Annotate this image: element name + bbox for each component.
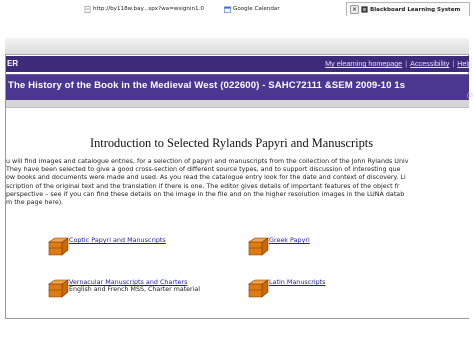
intro-line: scription of the original text and the t… — [6, 182, 400, 190]
intro-line: They have been selected to give a good c… — [6, 166, 401, 174]
course-title-tail: (S — [467, 93, 473, 99]
intro-text: u will find images and catalogue entries… — [6, 158, 474, 207]
tab-label: Google Calendar — [233, 6, 280, 12]
site-brand: ER — [7, 59, 19, 68]
help-link[interactable]: Help — [457, 59, 472, 68]
page-title: Introduction to Selected Rylands Papyri … — [89, 136, 374, 150]
tab-label: http://by118w.bay...spx?wa=wsignin1.0 — [93, 6, 204, 12]
folder-icon — [248, 279, 269, 298]
my-elearning-homepage-link[interactable]: My elearning homepage — [325, 59, 402, 68]
browser-tab-hotmail[interactable]: http://by118w.bay...spx?wa=wsignin1.0 — [84, 2, 204, 16]
link-separator: | — [452, 59, 455, 68]
page-icon — [84, 5, 91, 13]
link-separator: | — [405, 59, 408, 68]
folder-icon — [48, 279, 69, 298]
course-title: The History of the Book in the Medieval … — [8, 80, 406, 91]
header-links: My elearning homepage | Accessibility | Help — [325, 56, 472, 72]
window-bottom-edge — [5, 318, 469, 319]
browser-tab-strip — [5, 38, 469, 55]
intro-line: m the page here). — [6, 199, 64, 207]
collection-link[interactable]: Coptic Papyri and Manuscripts — [69, 236, 166, 244]
calendar-icon — [224, 6, 231, 13]
tab-label: Blackboard Learning System — [370, 6, 461, 13]
browser-tab-google-calendar[interactable]: Google Calendar — [224, 2, 280, 16]
collection-link[interactable]: Vernacular Manuscripts and Charters — [69, 278, 187, 286]
intro-line: ow books and documents were made and use… — [6, 174, 406, 182]
collection-link[interactable]: Latin Manuscripts — [269, 278, 326, 286]
accessibility-link[interactable]: Accessibility — [410, 59, 449, 68]
folder-icon — [248, 237, 269, 256]
blackboard-icon — [361, 6, 368, 13]
collection-link[interactable]: Greek Papyri — [269, 236, 310, 244]
folder-icon — [48, 237, 69, 256]
intro-line: perspective – see if you can find these … — [6, 190, 405, 198]
collection-description: English and French MSS, Charter material — [69, 286, 201, 293]
intro-line: u will find images and catalogue entries… — [6, 158, 409, 165]
browser-tab-blackboard[interactable]: × Blackboard Learning System — [346, 2, 470, 16]
navigation-bar — [6, 100, 469, 108]
tab-close-icon[interactable]: × — [350, 5, 359, 14]
